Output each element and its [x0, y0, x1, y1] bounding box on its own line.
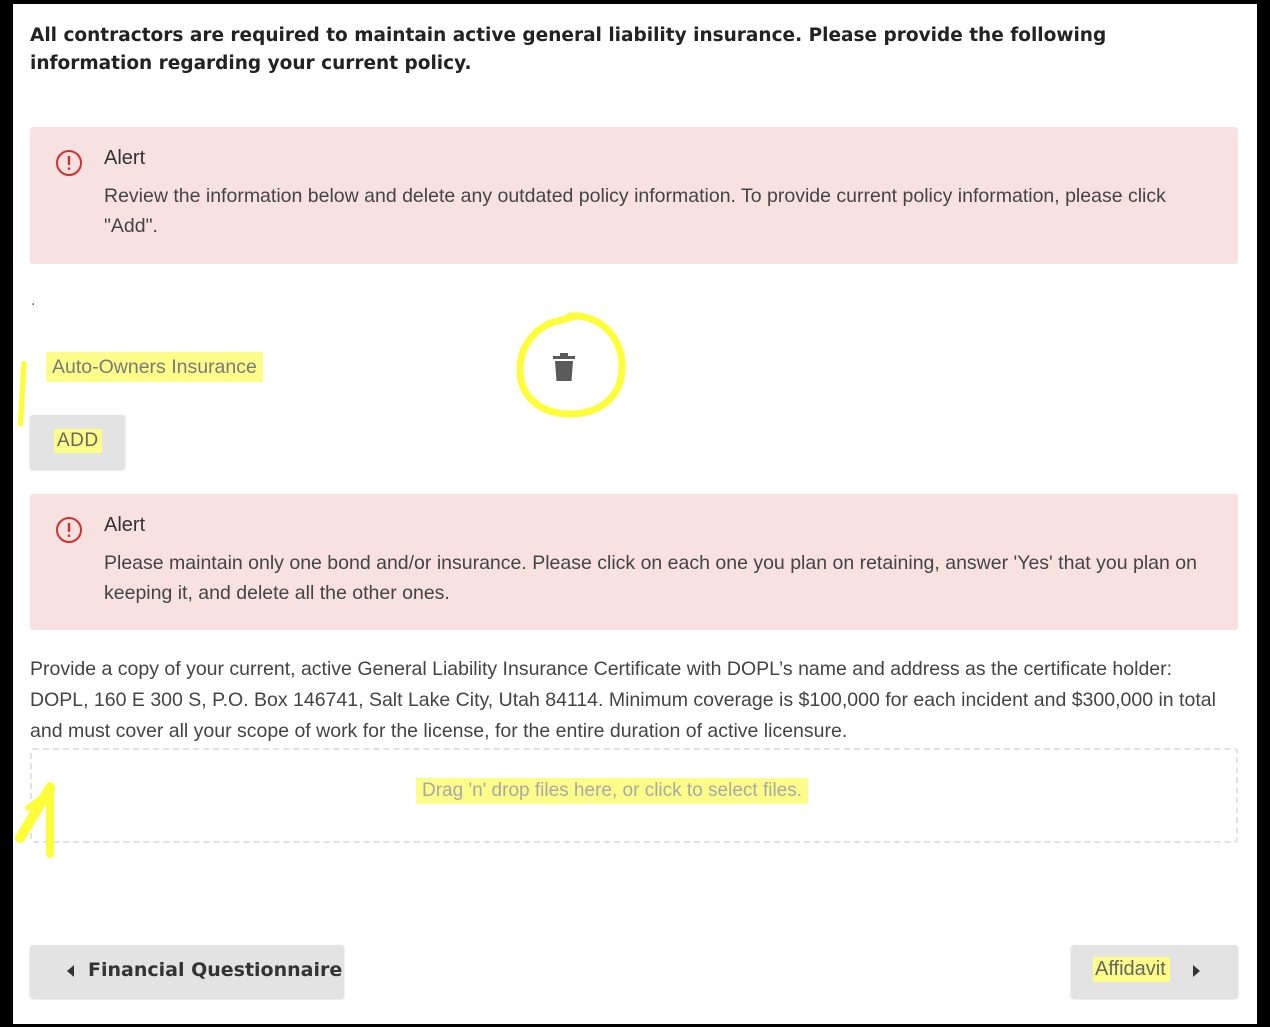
previous-step-button[interactable]: Financial Questionnaire	[30, 945, 344, 998]
alert-body: Review the information below and delete …	[104, 185, 1166, 237]
caret-left-icon	[67, 965, 74, 977]
file-dropzone[interactable]: Drag 'n' drop files here, or click to se…	[30, 748, 1238, 843]
alert-maintain-one-policy: Alert Please maintain only one bond and/…	[30, 494, 1238, 630]
exclamation-circle-icon	[56, 517, 82, 543]
alert-body: Please maintain only one bond and/or ins…	[104, 552, 1197, 604]
previous-step-label: Financial Questionnaire	[88, 959, 343, 981]
dropzone-text: Drag 'n' drop files here, or click to se…	[416, 778, 809, 804]
next-step-button[interactable]: Affidavit	[1071, 945, 1238, 998]
list-separator: .	[31, 292, 36, 309]
alert-title: Alert	[104, 514, 146, 536]
certificate-instructions: Provide a copy of your current, active G…	[30, 658, 1216, 742]
add-button[interactable]: ADD	[30, 415, 125, 469]
intro-text: All contractors are required to maintain…	[30, 25, 1107, 74]
next-step-label: Affidavit	[1093, 957, 1170, 982]
exclamation-circle-icon	[56, 150, 82, 176]
policy-item-auto-owners[interactable]: Auto-Owners Insurance	[46, 352, 263, 382]
trash-icon[interactable]	[550, 352, 578, 382]
alert-title: Alert	[104, 147, 146, 169]
caret-right-icon	[1193, 965, 1200, 977]
alert-review-policies: Alert Review the information below and d…	[30, 127, 1238, 264]
add-button-label: ADD	[54, 429, 102, 453]
